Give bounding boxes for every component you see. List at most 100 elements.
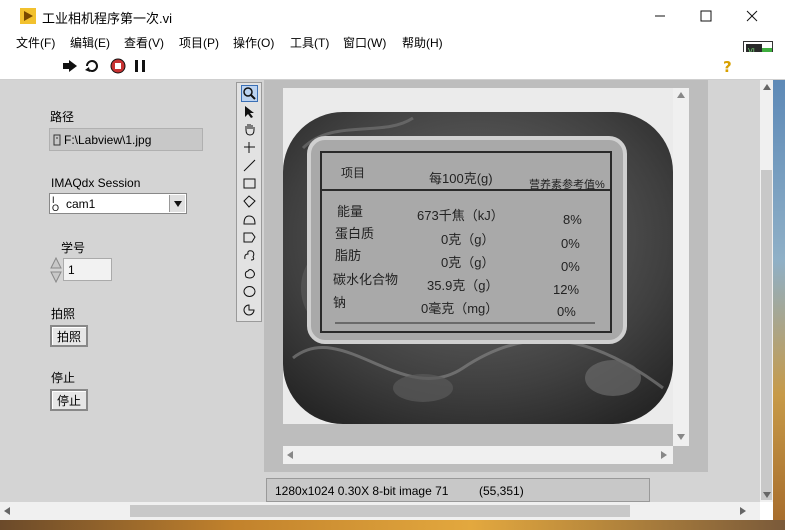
label-header-nrv: 营养素参考值%	[529, 179, 605, 191]
nutrition-row-nrv: 12%	[553, 282, 580, 297]
title-bar: 工业相机程序第一次.vi	[0, 0, 785, 32]
line-tool[interactable]	[241, 157, 258, 174]
zoom-tool[interactable]	[241, 85, 258, 102]
session-label: IMAQdx Session	[51, 176, 141, 190]
window-hscroll-thumb[interactable]	[130, 505, 630, 517]
id-numeric-input[interactable]: 1	[63, 258, 112, 281]
window-title: 工业相机程序第一次.vi	[42, 11, 173, 26]
annulus-tool[interactable]	[241, 211, 258, 228]
toolbar: ?	[0, 52, 785, 80]
point-tool[interactable]	[241, 139, 258, 156]
minimize-button[interactable]	[637, 0, 683, 32]
closed-freehand-icon	[244, 269, 255, 279]
scroll-up-icon	[763, 84, 771, 90]
run-arrow-icon[interactable]	[62, 58, 78, 74]
window-horizontal-scrollbar[interactable]	[0, 502, 760, 520]
id-increment-decrement[interactable]	[50, 256, 62, 284]
polygon-icon	[243, 232, 256, 243]
pointer-tool[interactable]	[241, 103, 258, 120]
label-header-item: 项目	[341, 166, 366, 180]
nutrition-row-name: 钠	[333, 295, 347, 310]
chevron-down-icon	[173, 200, 182, 207]
nutrition-row-name: 蛋白质	[335, 226, 375, 241]
menu-bar: 文件(F) 编辑(E) 查看(V) 项目(P) 操作(O) 工具(T) 窗口(W…	[0, 32, 785, 52]
nutrition-row-amount: 0克（g）	[441, 255, 495, 270]
nutrition-row-nrv: 8%	[563, 212, 582, 227]
menu-project[interactable]: 项目(P)	[179, 34, 219, 51]
rectangle-tool[interactable]	[241, 175, 258, 192]
pan-hand-icon	[245, 124, 255, 136]
scroll-left-icon	[287, 451, 293, 459]
menu-help[interactable]: 帮助(H)	[402, 34, 443, 51]
path-control[interactable]: F:\Labview\1.jpg	[49, 128, 203, 151]
desktop-background-strip	[0, 520, 785, 530]
freehand-tool[interactable]	[241, 247, 258, 264]
scroll-down-icon	[677, 434, 685, 440]
nutrition-row-nrv: 0%	[557, 304, 576, 319]
pan-tool[interactable]	[241, 121, 258, 138]
nutrition-row-amount: 673千焦（kJ）	[417, 208, 504, 223]
rectangle-icon	[243, 178, 256, 189]
scroll-up-icon	[677, 92, 685, 98]
stop-button-text: 停止	[56, 393, 81, 408]
capture-button-text: 拍照	[56, 329, 81, 344]
oval-tool[interactable]	[241, 283, 258, 300]
close-button[interactable]	[729, 0, 775, 32]
maximize-button[interactable]	[683, 0, 729, 32]
oval-icon	[243, 286, 256, 297]
maximize-icon	[700, 10, 712, 22]
window-vertical-scrollbar[interactable]	[760, 80, 773, 502]
stop-label: 停止	[51, 371, 76, 385]
id-label: 学号	[61, 241, 86, 255]
image-horizontal-scrollbar[interactable]	[283, 446, 673, 464]
roi-tool-palette	[236, 82, 262, 322]
nutrition-row-name: 碳水化合物	[333, 272, 399, 287]
nutrition-row-amount: 0克（g）	[441, 232, 495, 247]
window-vscroll-thumb[interactable]	[761, 170, 772, 500]
image-info-bar: 1280x1024 0.30X 8-bit image 71 (55,351)	[266, 478, 650, 502]
session-dropdown-button[interactable]	[169, 195, 185, 212]
session-value: cam1	[66, 197, 96, 211]
label-header-per100: 每100克(g)	[429, 171, 493, 186]
scroll-down-icon	[763, 492, 771, 498]
nutrition-row-name: 能量	[337, 204, 364, 219]
nutrition-row-amount: 0毫克（mg）	[421, 301, 499, 316]
session-selector[interactable]: IO cam1	[49, 193, 187, 214]
scroll-left-icon	[4, 507, 10, 515]
menu-window[interactable]: 窗口(W)	[343, 34, 386, 51]
menu-view[interactable]: 查看(V)	[124, 34, 164, 51]
help-icon[interactable]: ?	[720, 58, 736, 74]
run-continuously-icon[interactable]	[84, 58, 100, 74]
path-value: F:\Labview\1.jpg	[64, 133, 152, 147]
nutrition-row-amount: 35.9克（g）	[427, 278, 499, 293]
capture-button[interactable]: 拍照	[50, 325, 88, 347]
menu-tools[interactable]: 工具(T)	[290, 34, 329, 51]
menu-file[interactable]: 文件(F)	[16, 34, 55, 51]
abort-icon[interactable]	[110, 58, 126, 74]
broken-line-tool[interactable]	[241, 301, 258, 318]
image-display[interactable]: 项目 每100克(g) 营养素参考值% 能量 673千焦（kJ） 8% 蛋白质 …	[283, 88, 673, 424]
up-down-arrows-icon	[50, 256, 62, 284]
rotated-rectangle-tool[interactable]	[241, 193, 258, 210]
stop-button[interactable]: 停止	[50, 389, 88, 411]
broken-line-icon	[243, 304, 255, 316]
menu-edit[interactable]: 编辑(E)	[70, 34, 110, 51]
zoom-icon	[243, 87, 256, 100]
image-vertical-scrollbar[interactable]	[673, 88, 689, 446]
image-info-text: 1280x1024 0.30X 8-bit image 71	[275, 484, 449, 498]
menu-operate[interactable]: 操作(O)	[233, 34, 274, 51]
pointer-icon	[245, 106, 254, 118]
polygon-tool[interactable]	[241, 229, 258, 246]
id-value: 1	[68, 263, 75, 277]
pause-icon[interactable]	[132, 58, 148, 74]
point-icon	[244, 142, 255, 153]
capture-label: 拍照	[51, 307, 76, 321]
session-io-icon: IO	[52, 195, 60, 213]
path-browse-icon	[53, 134, 61, 146]
scroll-right-icon	[661, 451, 667, 459]
minimize-icon	[655, 15, 665, 17]
closed-freehand-tool[interactable]	[241, 265, 258, 282]
path-label: 路径	[50, 110, 75, 124]
nutrition-row-nrv: 0%	[561, 259, 580, 274]
rotated-rectangle-icon	[243, 195, 256, 208]
